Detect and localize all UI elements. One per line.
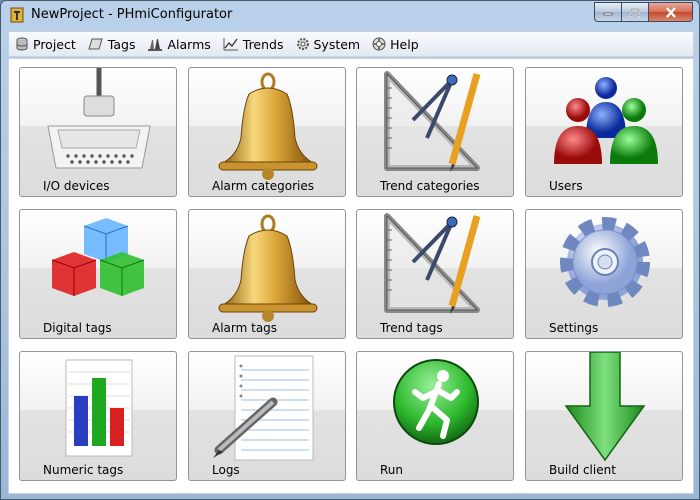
cubes-icon [51,218,145,296]
tile-build-client[interactable]: Build client [525,351,683,481]
maximize-icon [630,7,640,17]
app-icon [10,7,24,23]
bell-icon [218,214,318,322]
menu-alarms-label: Alarms [167,36,211,52]
menu-bar: Project Tags Alarms Trends System Help [8,31,694,57]
menu-system[interactable]: System [290,33,367,55]
menu-help[interactable]: Help [366,33,425,55]
trend-icon [223,38,238,51]
close-icon [665,6,676,18]
tile-build-client-label: Build client [549,463,616,477]
settings-gear-icon [560,217,650,307]
menu-project-label: Project [33,36,76,52]
menu-alarms[interactable]: Alarms [141,33,216,55]
drafting-tools-icon [384,213,481,314]
menu-tags-label: Tags [107,36,136,52]
tile-digital-tags[interactable]: Digital tags [19,209,177,339]
maximize-button[interactable] [622,2,649,22]
tile-settings-label: Settings [549,321,599,335]
menu-trends-label: Trends [242,36,284,52]
minimize-button[interactable] [594,2,622,22]
tile-digital-tags-label: Digital tags [43,321,112,335]
tile-trend-categories[interactable]: Trend categories [356,67,514,197]
tile-alarm-tags-label: Alarm tags [212,321,278,335]
menu-project[interactable]: Project [9,33,82,55]
runner-icon [393,359,479,445]
tile-trend-categories-label: Trend categories [380,179,480,193]
tile-run[interactable]: Run [356,351,514,481]
tag-icon [88,38,103,50]
bell-icon [218,72,318,180]
window-title: NewProject - PHmiConfigurator [31,7,233,22]
tile-trend-tags-label: Trend tags [380,321,443,335]
tile-alarm-categories-label: Alarm categories [212,179,315,193]
users-icon [554,77,658,164]
menu-help-label: Help [390,36,419,52]
tile-alarm-categories[interactable]: Alarm categories [188,67,346,197]
connector-icon [47,68,151,169]
tile-alarm-tags[interactable]: Alarm tags [188,209,346,339]
gear-icon [296,38,309,50]
down-arrow-icon [564,352,646,462]
tile-trend-tags[interactable]: Trend tags [356,209,514,339]
minimize-icon [603,12,613,16]
tile-io-devices-label: I/O devices [43,179,110,193]
database-icon [16,37,28,51]
dashboard-area: I/O devices Alarm categories Trend categ… [8,58,694,494]
lifebuoy-icon [372,37,386,51]
tile-logs[interactable]: Logs [188,351,346,481]
bar-chart-icon [65,359,133,457]
tile-settings[interactable]: Settings [525,209,683,339]
title-bar[interactable]: NewProject - PHmiConfigurator [1,1,699,30]
tile-numeric-tags[interactable]: Numeric tags [19,351,177,481]
tile-io-devices[interactable]: I/O devices [19,67,177,197]
tile-numeric-tags-label: Numeric tags [43,463,124,477]
drafting-tools-icon [384,71,481,172]
tile-users-label: Users [549,179,583,193]
app-window: NewProject - PHmiConfigurator Project Ta… [0,0,700,500]
menu-trends[interactable]: Trends [217,33,290,55]
alarms-icon [148,39,163,51]
menu-tags[interactable]: Tags [82,33,142,55]
tile-run-label: Run [380,463,404,477]
menu-system-label: System [313,36,361,52]
tile-users[interactable]: Users [525,67,683,197]
tile-logs-label: Logs [212,463,240,477]
close-button[interactable] [649,2,693,22]
notepad-pen-icon [213,355,314,461]
